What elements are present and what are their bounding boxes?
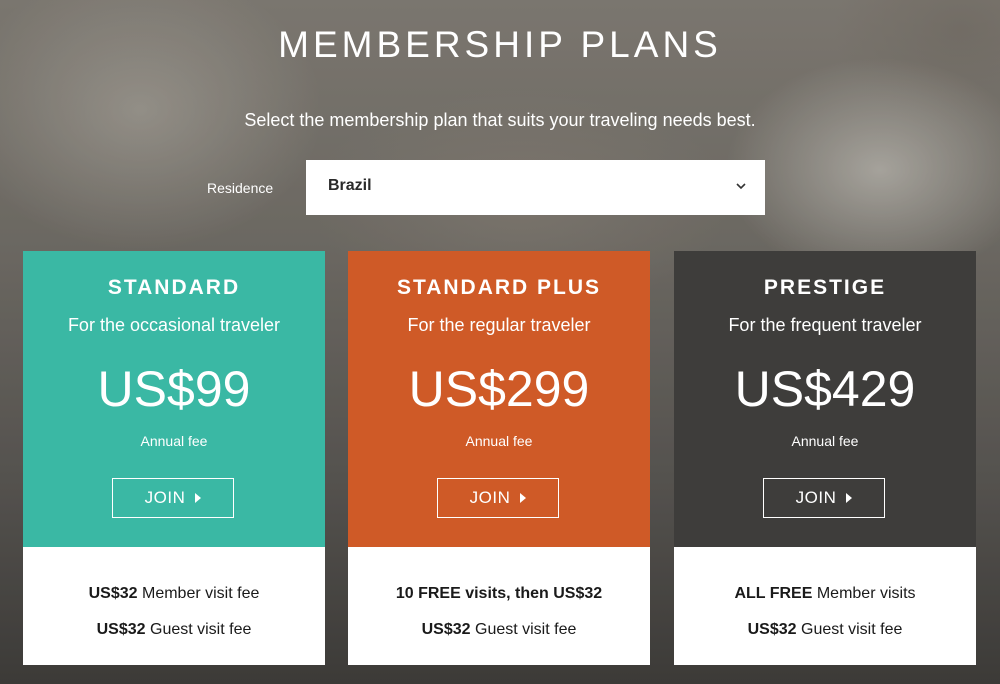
residence-label: Residence — [207, 180, 274, 196]
plan-card-header: PRESTIGE For the frequent traveler US$42… — [674, 251, 976, 547]
guest-visit-fee: US$32 Guest visit fee — [747, 621, 903, 638]
page-subtitle: Select the membership plan that suits yo… — [244, 110, 756, 130]
join-button-standard-plus[interactable]: JOIN — [437, 478, 559, 518]
member-visit-fee: ALL FREE Member visits — [734, 585, 916, 602]
plan-card-details: 10 FREE visits, then US$32 US$32 Guest v… — [348, 547, 650, 665]
caret-right-icon — [846, 493, 853, 503]
join-button-prestige[interactable]: JOIN — [763, 478, 885, 518]
join-button-label: JOIN — [469, 488, 511, 507]
plan-fee-label: Annual fee — [465, 433, 533, 449]
residence-selected-value: Brazil — [328, 177, 372, 194]
plan-tagline: For the regular traveler — [407, 315, 591, 335]
residence-select[interactable]: Brazil — [306, 160, 765, 215]
plan-fee-label: Annual fee — [791, 433, 859, 449]
plan-card-standard: STANDARD For the occasional traveler US$… — [23, 251, 325, 665]
guest-visit-fee: US$32 Guest visit fee — [96, 621, 252, 638]
plan-name: STANDARD PLUS — [396, 276, 602, 299]
plan-tagline: For the occasional traveler — [67, 315, 281, 335]
plan-card-header: STANDARD For the occasional traveler US$… — [23, 251, 325, 547]
plan-name: PRESTIGE — [763, 276, 887, 299]
plan-card-details: ALL FREE Member visits US$32 Guest visit… — [674, 547, 976, 665]
plan-card-details: US$32 Member visit fee US$32 Guest visit… — [23, 547, 325, 665]
join-button-label: JOIN — [144, 488, 186, 507]
page-title: MEMBERSHIP PLANS — [278, 24, 722, 65]
plan-price: US$99 — [97, 361, 251, 417]
member-visit-fee: US$32 Member visit fee — [88, 585, 260, 602]
guest-visit-fee: US$32 Guest visit fee — [421, 621, 577, 638]
plan-card-standard-plus: STANDARD PLUS For the regular traveler U… — [348, 251, 650, 665]
member-visit-fee: 10 FREE visits, then US$32 — [395, 585, 603, 602]
plan-card-header: STANDARD PLUS For the regular traveler U… — [348, 251, 650, 547]
join-button-standard[interactable]: JOIN — [112, 478, 234, 518]
caret-right-icon — [520, 493, 527, 503]
plan-price: US$429 — [734, 361, 916, 417]
plan-price: US$299 — [408, 361, 590, 417]
plan-fee-label: Annual fee — [140, 433, 208, 449]
plan-card-prestige: PRESTIGE For the frequent traveler US$42… — [674, 251, 976, 665]
join-button-label: JOIN — [795, 488, 837, 507]
plan-tagline: For the frequent traveler — [728, 315, 922, 335]
caret-right-icon — [195, 493, 202, 503]
plan-name: STANDARD — [107, 276, 241, 299]
chevron-down-icon — [736, 183, 746, 190]
